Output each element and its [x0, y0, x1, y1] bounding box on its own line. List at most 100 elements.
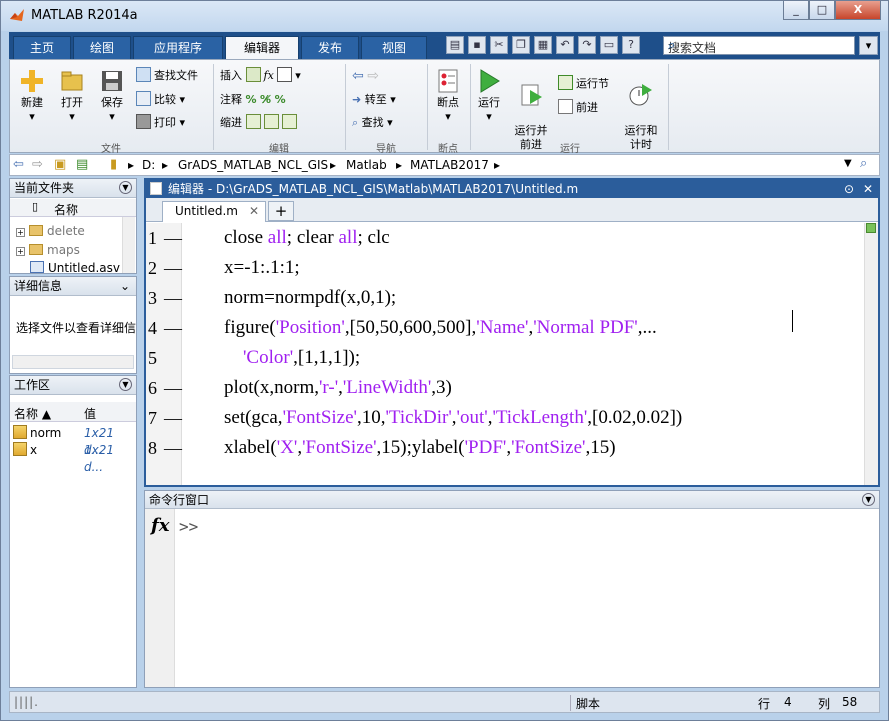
run-section-button[interactable]: 运行节 [558, 74, 609, 94]
browse-folder-icon[interactable]: ▤ [76, 157, 88, 172]
breadcrumb-matlab[interactable]: Matlab [346, 158, 387, 172]
breadcrumb-drive[interactable]: D: [142, 158, 155, 172]
decrease-indent-icon[interactable] [281, 114, 297, 129]
tab-view[interactable]: 视图 [361, 36, 427, 59]
tab-publish[interactable]: 发布 [301, 36, 359, 59]
help-icon[interactable]: ? [622, 36, 640, 54]
panel-menu-icon[interactable]: ▼ [862, 493, 875, 506]
insert-button[interactable]: 插入 fx ▾ [220, 66, 301, 86]
address-dropdown-icon[interactable]: ▼ [844, 158, 852, 169]
code-line[interactable]: 7 — set(gca,'FontSize',10,'TickDir','out',… [146, 403, 878, 433]
folder-column-header[interactable]: ▯ 名称 [10, 199, 136, 217]
executable-line-marker[interactable]: — [164, 223, 182, 253]
tab-apps[interactable]: 应用程序 [133, 36, 223, 59]
folder-item-maps[interactable]: + maps [16, 241, 80, 259]
increase-indent-icon[interactable] [263, 114, 279, 129]
filter-icon[interactable]: ▾ [859, 36, 878, 55]
fx-icon[interactable]: fx [151, 515, 169, 536]
paste-icon[interactable]: ▦ [534, 36, 552, 54]
code-analyzer-ok-icon[interactable] [866, 223, 876, 233]
save-button[interactable]: 保存 ▾ [94, 68, 130, 124]
advance-button[interactable]: 前进 [558, 98, 598, 118]
smart-indent-icon[interactable] [245, 114, 261, 129]
editor-menu-icon[interactable]: ⊙ [844, 180, 854, 198]
title-bar: MATLAB R2014a _ □ X [1, 1, 888, 31]
back-arrow-icon[interactable]: ⇦ [352, 68, 364, 84]
code-line[interactable]: 6 — plot(x,norm,'r-','LineWidth',3) [146, 373, 878, 403]
copy-icon[interactable]: ❐ [512, 36, 530, 54]
tab-editor[interactable]: 编辑器 [225, 36, 299, 60]
compare-button[interactable]: 比较 ▾ [136, 90, 185, 110]
executable-line-marker[interactable]: — [164, 433, 182, 463]
breakpoints-button[interactable]: 断点 ▾ [428, 68, 468, 124]
breadcrumb-matlab2017[interactable]: MATLAB2017 [410, 158, 489, 172]
forward-arrow-icon[interactable]: ⇨ [367, 68, 379, 84]
executable-line-marker[interactable]: — [164, 283, 182, 313]
fx-insert-icon[interactable]: fx [264, 69, 274, 82]
tab-plots[interactable]: 绘图 [73, 36, 131, 59]
forward-icon[interactable]: ⇨ [32, 157, 43, 172]
panel-menu-icon[interactable]: ▼ [119, 378, 132, 391]
new-button[interactable]: 新建 ▾ [14, 68, 50, 124]
code-line[interactable]: 5 'Color',[1,1,1]); [146, 343, 878, 373]
address-search-icon[interactable]: ⌕ [860, 156, 867, 171]
tab-home[interactable]: 主页 [13, 36, 71, 59]
code-line[interactable]: 3 — norm=normpdf(x,0,1); [146, 283, 878, 313]
current-folder-panel: 当前文件夹 ▼ ▯ 名称 + delete + maps Untitled.asv [9, 178, 137, 277]
indent-button[interactable]: 缩进 [220, 113, 300, 133]
workspace-row[interactable]: norm 1x21 d... [10, 425, 134, 457]
find-files-button[interactable]: 查找文件 [136, 66, 198, 86]
cut-icon[interactable]: ✂ [490, 36, 508, 54]
file-item-untitled-asv[interactable]: Untitled.asv [30, 259, 120, 277]
executable-line-marker[interactable]: — [164, 253, 182, 283]
breadcrumb-grads[interactable]: GrADS_MATLAB_NCL_GIS [178, 158, 328, 172]
undo-icon[interactable]: ↶ [556, 36, 574, 54]
workspace-row[interactable]: x 1x21 d... [10, 442, 134, 474]
comment-percent-icon[interactable]: % [246, 93, 257, 106]
editor-close-icon[interactable]: ✕ [863, 180, 873, 198]
up-folder-icon[interactable]: ▣ [54, 157, 66, 172]
tab-close-icon[interactable]: ✕ [249, 202, 259, 221]
executable-line-marker[interactable]: — [164, 313, 182, 343]
executable-line-marker[interactable]: — [164, 403, 182, 433]
search-icon[interactable]: ⌕ [668, 38, 850, 53]
run-button[interactable]: 运行 ▾ [472, 68, 506, 124]
back-forward-buttons[interactable]: ⇦ ⇨ [352, 66, 379, 86]
command-prompt[interactable]: >> [179, 517, 198, 536]
search-docs-input[interactable]: 搜索文档 ⌕ [663, 36, 855, 55]
uncomment-icon[interactable]: %̸ [260, 93, 271, 106]
executable-line-marker[interactable]: — [164, 373, 182, 403]
close-button[interactable]: X [835, 1, 881, 20]
minimize-button[interactable]: _ [783, 1, 809, 20]
code-line[interactable]: 1— close all; clear all; clc [146, 223, 878, 253]
expand-icon[interactable]: + [16, 247, 25, 256]
wrap-comment-icon[interactable]: % [275, 93, 286, 106]
save-icon[interactable]: ▪ [468, 36, 486, 54]
goto-button[interactable]: ➜ 转至 ▾ [352, 90, 396, 110]
folder-item-delete[interactable]: + delete [16, 222, 85, 240]
redo-icon[interactable]: ↷ [578, 36, 596, 54]
details-hscrollbar[interactable] [12, 355, 134, 369]
open-button[interactable]: 打开 ▾ [54, 68, 90, 124]
editor-tab-untitled[interactable]: Untitled.m ✕ [162, 201, 266, 222]
panel-menu-icon[interactable]: ▼ [119, 181, 132, 194]
code-line[interactable]: 4 — figure('Position',[50,50,600,500],'Nam… [146, 313, 878, 343]
new-tab-button[interactable]: + [268, 201, 294, 221]
folder-scrollbar[interactable] [122, 217, 135, 273]
find-button[interactable]: ⌕ 查找 ▾ [352, 113, 393, 133]
maximize-button[interactable]: □ [809, 1, 835, 20]
switch-windows-icon[interactable]: ▭ [600, 36, 618, 54]
expand-icon[interactable]: + [16, 228, 25, 237]
code-line[interactable]: 2 — x=-1:.1:1; [146, 253, 878, 283]
ws-col-name[interactable]: 名称 ▲ [14, 405, 51, 422]
code-area[interactable]: 1— close all; clear all; clc 2— x=-1:.1:1; 3… [146, 223, 864, 485]
folder-item-label: maps [47, 243, 80, 257]
ws-col-value[interactable]: 值 [84, 405, 96, 422]
back-icon[interactable]: ⇦ [13, 157, 24, 172]
comment-button[interactable]: 注释 % %̸ % [220, 90, 286, 110]
print-button[interactable]: 打印 ▾ [136, 113, 185, 133]
editor-scrollbar[interactable] [864, 223, 878, 485]
collapse-icon[interactable]: ⌄ [120, 277, 130, 296]
layout-icon[interactable]: ▤ [446, 36, 464, 54]
code-line[interactable]: 8 — xlabel('X','FontSize',15);ylabel('PDF'… [146, 433, 878, 463]
